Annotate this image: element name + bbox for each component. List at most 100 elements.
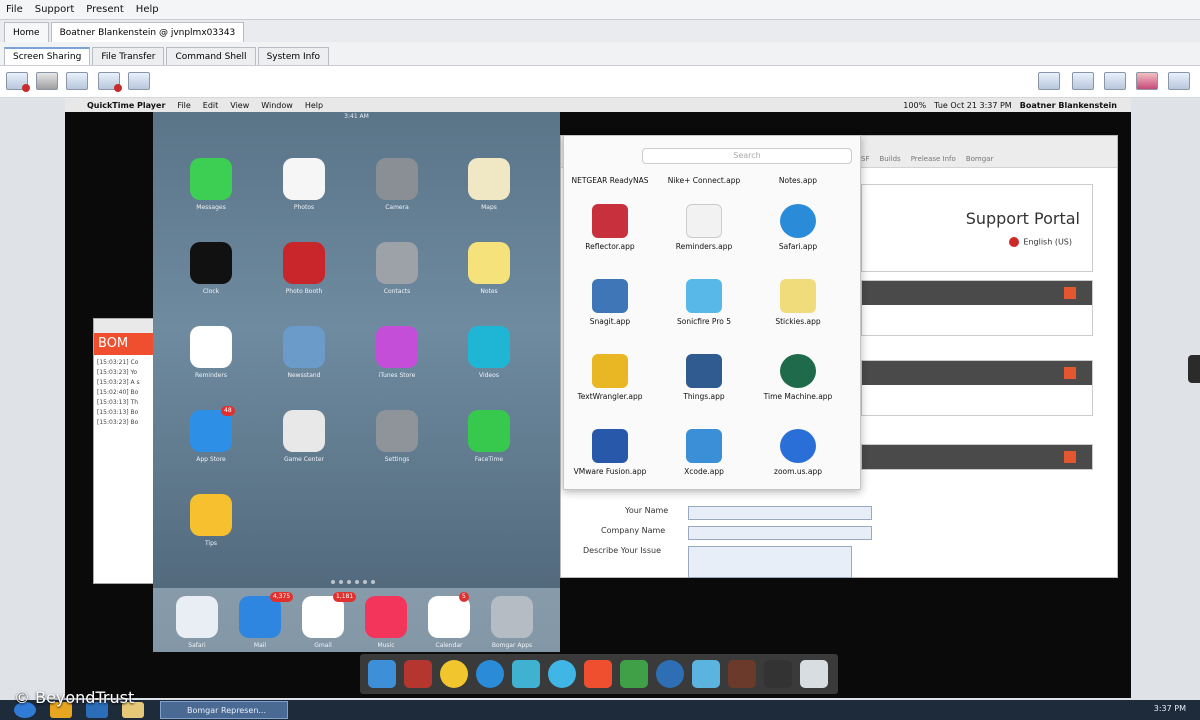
mac-menu-view[interactable]: View [230, 101, 249, 110]
terminal-icon[interactable] [764, 660, 792, 688]
menu-support[interactable]: Support [35, 4, 75, 15]
chrome-icon[interactable] [440, 660, 468, 688]
mac-menu-file[interactable]: File [177, 101, 190, 110]
ipad-app-clock[interactable]: Clock [171, 242, 251, 295]
ipad-app-icon [468, 158, 510, 200]
bookmark-bomgar[interactable]: Bomgar [966, 155, 994, 163]
ipad-app-settings[interactable]: Settings [357, 410, 437, 463]
screenflow-icon[interactable] [656, 660, 684, 688]
side-panel-toggle[interactable] [1188, 355, 1200, 383]
app-netgear[interactable]: NETGEAR ReadyNAS [565, 176, 655, 185]
monitor-select-icon[interactable] [1038, 72, 1060, 90]
downloads-folder-icon[interactable] [692, 660, 720, 688]
system-clock[interactable]: 3:37 PM [1154, 704, 1186, 713]
bookmark-prelease[interactable]: Prelease Info [911, 155, 956, 163]
ipad-app-label: Settings [384, 456, 410, 463]
finder-icon[interactable] [368, 660, 396, 688]
ipad-app-itunes-store[interactable]: iTunes Store [357, 326, 437, 379]
ipad-app-tips[interactable]: Tips [171, 494, 251, 547]
ipad-app-reminders[interactable]: Reminders [171, 326, 251, 379]
ipad-app-photos[interactable]: Photos [264, 158, 344, 211]
vmware-icon[interactable] [404, 660, 432, 688]
ipad-app-maps[interactable]: Maps [449, 158, 529, 211]
messages-icon[interactable] [548, 660, 576, 688]
mac-menu-edit[interactable]: Edit [203, 101, 219, 110]
mac-app-name[interactable]: QuickTime Player [87, 101, 165, 110]
menu-file[interactable]: File [6, 4, 23, 15]
app-safari[interactable]: Safari.app [753, 204, 843, 251]
tab-file-transfer[interactable]: File Transfer [92, 47, 165, 65]
mac-clock[interactable]: Tue Oct 21 3:37 PM [934, 101, 1012, 110]
company-field[interactable] [688, 526, 872, 540]
taskbar-bomgar-window[interactable]: Bomgar Represen... [160, 701, 288, 719]
remote-screen[interactable]: QuickTime Player File Edit View Window H… [65, 98, 1131, 698]
issue-field[interactable] [688, 546, 852, 578]
safari-icon[interactable] [476, 660, 504, 688]
notification-badge: 48 [221, 406, 235, 416]
ipad-app-camera[interactable]: Camera [357, 158, 437, 211]
help-icon[interactable] [1064, 451, 1076, 463]
ipad-app-notes[interactable]: Notes [449, 242, 529, 295]
privacy-screen-icon[interactable] [98, 72, 122, 92]
photo-stack-icon[interactable] [728, 660, 756, 688]
ipad-app-icon [376, 326, 418, 368]
tab-system-info[interactable]: System Info [257, 47, 330, 65]
name-field[interactable] [688, 506, 872, 520]
ipad-app-facetime[interactable]: FaceTime [449, 410, 529, 463]
mac-menu-window[interactable]: Window [261, 101, 293, 110]
app-sonicfire[interactable]: Sonicfire Pro 5 [659, 279, 749, 326]
dock-app-icon [428, 596, 470, 638]
special-actions-icon[interactable] [128, 72, 150, 90]
camtasia-icon[interactable] [620, 660, 648, 688]
bookmark-sf[interactable]: SF [861, 155, 869, 163]
app-textwrangler[interactable]: TextWrangler.app [565, 354, 655, 401]
ipad-app-contacts[interactable]: Contacts [357, 242, 437, 295]
mac-menu-help[interactable]: Help [305, 101, 323, 110]
ipad-app-videos[interactable]: Videos [449, 326, 529, 379]
fullscreen-icon[interactable] [1168, 72, 1190, 90]
ipad-app-app-store[interactable]: 48 App Store [171, 406, 251, 463]
app-nike[interactable]: Nike+ Connect.app [659, 176, 749, 185]
help-icon[interactable] [1064, 287, 1076, 299]
ipad-app-game-center[interactable]: Game Center [264, 410, 344, 463]
app-vmware[interactable]: VMware Fusion.app [565, 429, 655, 476]
mouse-control-icon[interactable] [36, 72, 58, 90]
lync-icon[interactable] [512, 660, 540, 688]
app-reflector[interactable]: Reflector.app [565, 204, 655, 251]
stop-sharing-icon[interactable] [6, 72, 30, 92]
menu-help[interactable]: Help [136, 4, 159, 15]
finder-search[interactable]: Search [642, 148, 852, 164]
menu-present[interactable]: Present [86, 4, 124, 15]
tab-home[interactable]: Home [4, 22, 49, 42]
app-xcode[interactable]: Xcode.app [659, 429, 749, 476]
tab-screen-sharing[interactable]: Screen Sharing [4, 47, 91, 65]
dock-app-icon [365, 596, 407, 638]
ipad-app-icon [468, 242, 510, 284]
scale-view-icon[interactable] [1104, 72, 1126, 90]
app-time-machine[interactable]: Time Machine.app [753, 354, 843, 401]
ipad-app-messages[interactable]: Messages [171, 158, 251, 211]
help-icon[interactable] [1064, 367, 1076, 379]
app-snagit[interactable]: Snagit.app [565, 279, 655, 326]
trash-icon[interactable] [800, 660, 828, 688]
tab-session[interactable]: Boatner Blankenstein @ jvnplmx03343 [50, 22, 245, 42]
language-select[interactable]: English (US) [1009, 237, 1072, 247]
bookmark-builds[interactable]: Builds [879, 155, 900, 163]
multi-monitor-icon[interactable] [1072, 72, 1094, 90]
ipad-mirror[interactable]: 3:41 AM Messages Photos Camera Maps Clock Pho… [153, 112, 560, 652]
mac-menubar: QuickTime Player File Edit View Window H… [65, 98, 1131, 112]
app-notes[interactable]: Notes.app [753, 176, 843, 185]
app-stickies[interactable]: Stickies.app [753, 279, 843, 326]
tab-command-shell[interactable]: Command Shell [166, 47, 256, 65]
app-things[interactable]: Things.app [659, 354, 749, 401]
color-depth-icon[interactable] [1136, 72, 1158, 90]
ipad-app-photo-booth[interactable]: Photo Booth [264, 242, 344, 295]
annotation-icon[interactable] [66, 72, 88, 90]
mac-user[interactable]: Boatner Blankenstein [1020, 101, 1117, 110]
ipad-app-newsstand[interactable]: Newsstand [264, 326, 344, 379]
dock-app-bomgar-apps[interactable]: Bomgar Apps [472, 596, 552, 649]
app-reminders[interactable]: Reminders.app [659, 204, 749, 251]
ipad-app-icon [283, 326, 325, 368]
bomgar-icon[interactable] [584, 660, 612, 688]
app-zoom[interactable]: zoom.us.app [753, 429, 843, 476]
